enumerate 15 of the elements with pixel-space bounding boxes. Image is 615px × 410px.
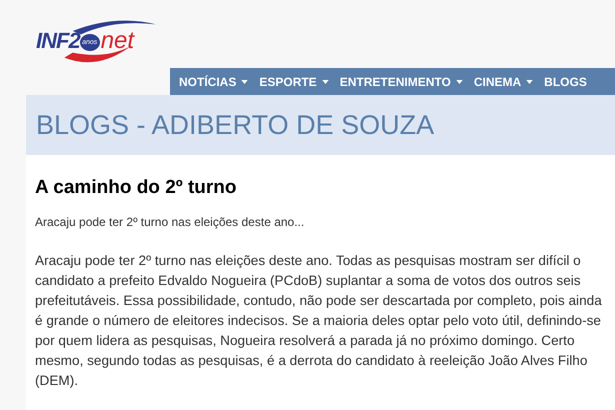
logo-text: net [100,27,134,55]
caret-icon [526,80,534,84]
nav-link[interactable]: BLOGS [544,74,598,88]
caret-icon [456,80,463,84]
article-summary: Aracaju pode ter 2º turno nas eleições deste ano... [35,215,306,229]
nav-link[interactable]: ESPORTE [259,74,340,88]
article-body: Aracaju pode ter 2º turno nas eleições deste ano. Todas as pesquisas mostram ser difícil o candidato a prefeito Edvaldo Nogueira (PCdoB) suplantar a soma de votos dos outros seis prefeitutáveis. Essa possibilidade, contudo, não pode ser descartada por completo, pois ainda é grande o número de eleitores indecisos. Se a maioria deles optar pelo voto útil, definindo-se por quem lidera as pesquisas, Nogueira resolverá a parada já no próximo domingo. Certo mesmo, segundo todas as pesquisas, é a derrota do candidato à reeleição João Alves Filho (DEM). [35,252,603,390]
caret-icon [322,80,329,84]
page-title: BLOGS - ADIBERTO DE SOUZA [36,110,434,140]
logo-text: INF2 [36,28,80,54]
caret-icon [241,80,248,84]
nav-link[interactable]: CINEMA [474,74,544,88]
nav-link[interactable]: NOTÍCIAS [179,74,260,88]
article-title: A caminho do 2º turno [35,177,238,199]
nav-link[interactable]: ENTRETENIMENTO [340,74,474,88]
